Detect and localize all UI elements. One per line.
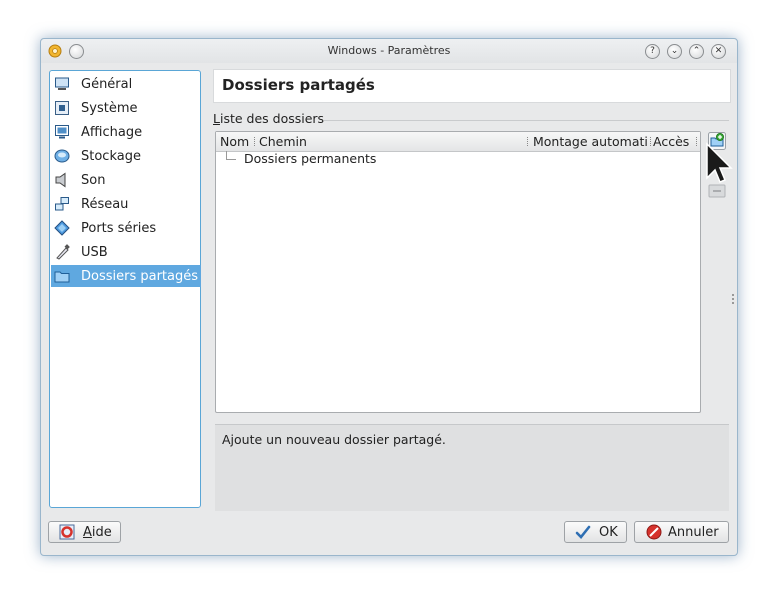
sidebar-item-network[interactable]: Réseau — [51, 193, 201, 215]
network-icon — [54, 196, 70, 212]
tree-header: Nom Chemin Montage automati Accès — [216, 132, 700, 152]
sidebar-item-label: Son — [81, 172, 106, 188]
disk-icon — [54, 148, 70, 164]
sidebar-item-label: Système — [81, 100, 138, 116]
splitter-handle[interactable] — [732, 294, 736, 304]
sidebar-item-label: Réseau — [81, 196, 129, 212]
window-title: Windows - Paramètres — [327, 44, 451, 57]
monitor-icon — [54, 76, 70, 92]
tree-branch-line — [226, 151, 236, 160]
display-icon — [54, 124, 70, 140]
ok-button[interactable]: OK — [564, 521, 627, 543]
maximize-icon[interactable]: ⌃ — [689, 44, 704, 59]
chip-icon — [54, 100, 70, 116]
folder-list-label: Liste des dossiers — [213, 111, 324, 126]
sidebar-item-usb[interactable]: USB — [51, 241, 201, 263]
usb-icon — [54, 244, 70, 260]
settings-sidebar: Général Système Affichage Stockage Son R… — [49, 70, 201, 508]
sidebar-item-shared-folders[interactable]: Dossiers partagés — [51, 265, 201, 287]
ok-button-label: OK — [599, 524, 618, 540]
cancel-icon — [646, 524, 662, 540]
mouse-cursor-icon — [706, 142, 733, 183]
folder-icon — [54, 268, 70, 284]
sidebar-item-storage[interactable]: Stockage — [51, 145, 201, 167]
column-header-access[interactable]: Accès — [653, 134, 689, 149]
column-separator[interactable] — [696, 137, 698, 146]
column-separator[interactable] — [650, 137, 652, 146]
group-divider — [324, 120, 729, 121]
shared-folders-tree[interactable]: Nom Chemin Montage automati Accès Dossie… — [215, 131, 701, 413]
sidebar-item-label: USB — [81, 244, 108, 260]
sidebar-item-label: Dossiers partagés — [81, 268, 199, 284]
column-header-path[interactable]: Chemin — [259, 134, 307, 149]
page-title: Dossiers partagés — [222, 76, 375, 94]
sidebar-item-system[interactable]: Système — [51, 97, 201, 119]
tree-row-label: Dossiers permanents — [244, 151, 377, 166]
description-text: Ajoute un nouveau dossier partagé. — [222, 432, 446, 447]
folder-list-label-text: iste des dossiers — [219, 111, 325, 126]
sidebar-item-label: Ports séries — [81, 220, 157, 236]
mnemonic-underline: L — [213, 111, 220, 126]
help-icon[interactable]: ? — [645, 44, 660, 59]
description-box: Ajoute un nouveau dossier partagé. — [215, 424, 729, 511]
column-separator[interactable] — [527, 137, 529, 146]
sidebar-item-serial-ports[interactable]: Ports séries — [51, 217, 201, 239]
column-header-automount[interactable]: Montage automati — [533, 134, 650, 149]
sidebar-item-label: Stockage — [81, 148, 141, 164]
column-header-name[interactable]: Nom — [220, 134, 249, 149]
help-button-label-text: ide — [91, 524, 112, 540]
help-button[interactable]: Aide — [48, 521, 121, 543]
close-icon[interactable]: ✕ — [711, 44, 726, 59]
sidebar-item-display[interactable]: Affichage — [51, 121, 201, 143]
help-lifebuoy-icon — [59, 524, 75, 540]
sidebar-item-sound[interactable]: Son — [51, 169, 201, 191]
tree-row[interactable]: Dossiers permanents — [216, 151, 700, 169]
checkmark-icon — [575, 524, 591, 540]
sidebar-item-label: Général — [81, 76, 133, 92]
sidebar-item-general[interactable]: Général — [51, 73, 201, 95]
cancel-button-label: Annuler — [668, 524, 719, 540]
minimize-icon[interactable]: ⌄ — [667, 44, 682, 59]
mnemonic-underline: A — [83, 524, 92, 540]
page-header: Dossiers partagés — [213, 69, 731, 103]
title-bar[interactable]: Windows - Paramètres ? ⌄ ⌃ ✕ — [41, 39, 737, 63]
sidebar-item-label: Affichage — [81, 124, 143, 140]
speaker-icon — [54, 172, 70, 188]
serial-port-icon — [54, 220, 70, 236]
settings-window: Windows - Paramètres ? ⌄ ⌃ ✕ Général Sys… — [40, 38, 738, 556]
cancel-button[interactable]: Annuler — [634, 521, 729, 543]
column-separator[interactable] — [254, 137, 256, 146]
help-button-label: Aide — [83, 525, 112, 540]
